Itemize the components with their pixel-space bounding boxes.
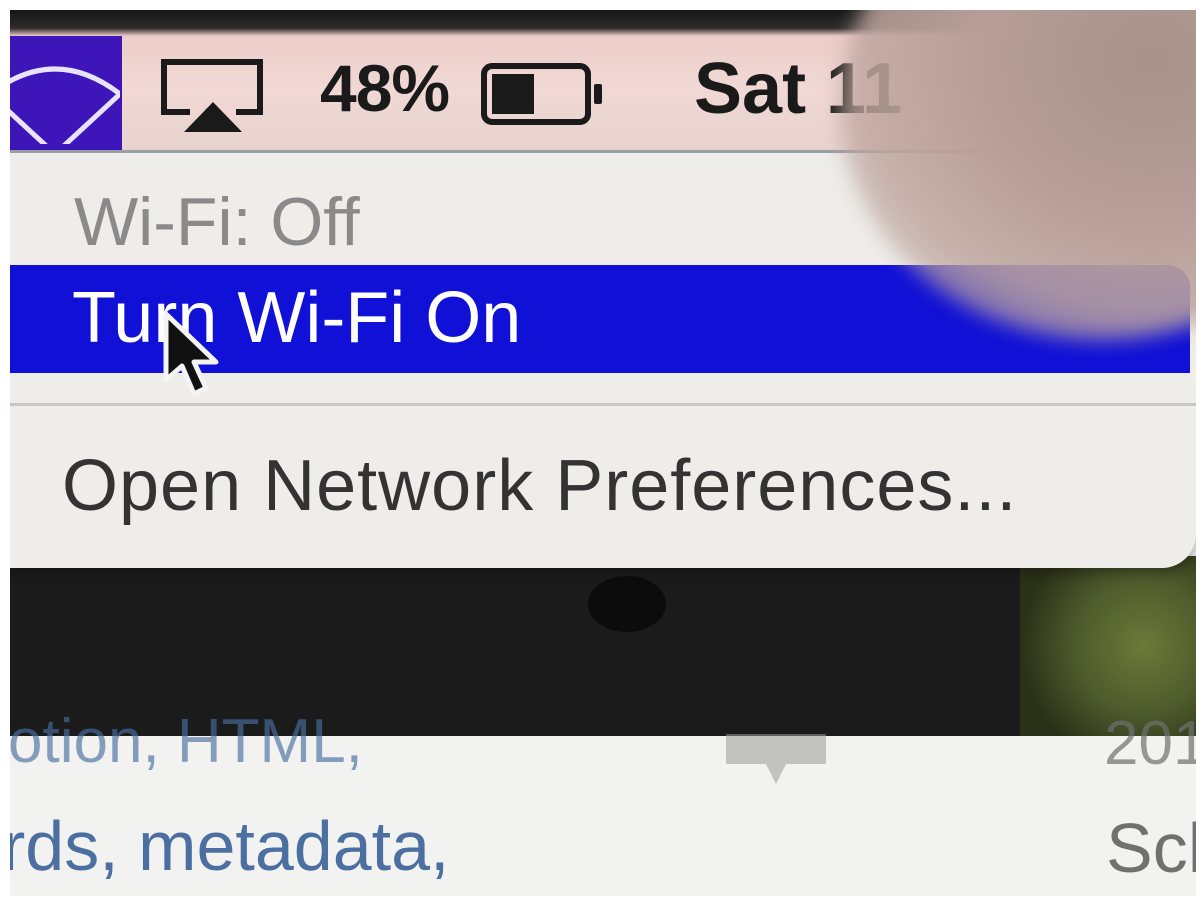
wifi-status-label: Wi-Fi: Off [74, 184, 360, 260]
page-text-line: rds, metadata, [10, 807, 450, 885]
menu-item-label: Turn Wi-Fi On [72, 278, 522, 358]
wifi-menu-extra[interactable] [10, 36, 122, 150]
page-text-line: otion, HTML, [10, 707, 363, 776]
menu-separator [10, 403, 1196, 406]
webcam [588, 576, 666, 632]
battery-icon[interactable] [478, 60, 618, 130]
speech-balloon-icon [726, 734, 826, 784]
battery-percentage[interactable]: 48% [320, 50, 450, 126]
wifi-icon [10, 66, 120, 144]
mouse-pointer-icon [163, 311, 219, 397]
page-text-right: 201 [1104, 709, 1196, 778]
battery-fill [492, 74, 534, 114]
photo-frame: otion, HTML, rds, metadata, 201 Sch 48% … [10, 10, 1196, 896]
airplay-icon[interactable] [158, 56, 268, 136]
page-text-right: Sch [1106, 809, 1196, 887]
open-network-preferences-item[interactable]: Open Network Preferences... [62, 445, 1017, 527]
